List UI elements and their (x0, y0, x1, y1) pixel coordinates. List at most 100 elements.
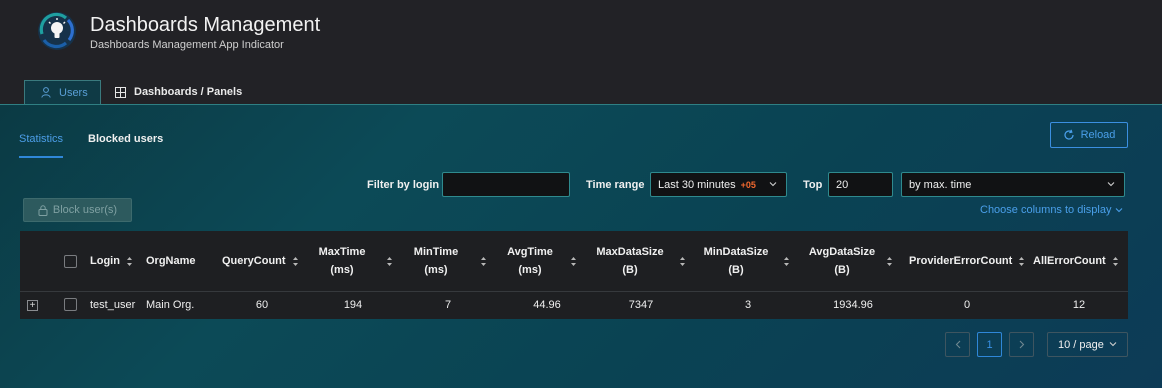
column-header-orgname: OrgName (146, 231, 196, 291)
header-unit: (ms) (518, 264, 542, 276)
column-header-querycount[interactable]: QueryCount (222, 231, 299, 291)
cell-login: test_user (90, 299, 136, 311)
header-line: AvgDataSize (808, 246, 876, 258)
order-by-select[interactable]: by max. time (901, 172, 1125, 197)
column-header-avgtime[interactable]: AvgTime (ms) (507, 231, 587, 291)
main-panel: Statistics Blocked users Reload Filter b… (0, 104, 1162, 388)
column-header-querycount-label: QueryCount (222, 255, 286, 267)
tab-users[interactable]: Users (24, 80, 101, 104)
sort-icon (126, 256, 133, 267)
page-number-button[interactable]: 1 (977, 332, 1002, 357)
sort-icon (480, 256, 487, 267)
page-size-value: 10 / page (1058, 338, 1104, 351)
column-header-allerrorcount[interactable]: AllErrorCount (1033, 231, 1119, 291)
cell-maxdatasize: 7347 (628, 299, 654, 311)
user-icon (41, 87, 51, 98)
header-line: MinTime (413, 246, 459, 258)
column-header-maxtime[interactable]: MaxTime (ms) (318, 231, 398, 291)
login-filter-input[interactable] (442, 172, 570, 197)
tab-blocked-users[interactable]: Blocked users (88, 133, 163, 158)
column-header-avgdatasize[interactable]: AvgDataSize (B) (808, 231, 908, 291)
column-header-orgname-label: OrgName (146, 255, 196, 267)
cell-orgname: Main Org. (146, 299, 195, 311)
top-tabs: Users Dashboards / Panels (24, 80, 256, 104)
top-count-input[interactable]: 20 (828, 172, 893, 197)
tab-dashboards-panels[interactable]: Dashboards / Panels (101, 80, 256, 104)
table-header: Login OrgName QueryCount MaxTime (ms) Min… (20, 231, 1128, 292)
next-page-button[interactable] (1009, 332, 1034, 357)
block-users-button[interactable]: Block user(s) (23, 198, 132, 222)
prev-page-button[interactable] (945, 332, 970, 357)
column-header-mindatasize[interactable]: MinDataSize (B) (703, 231, 798, 291)
sort-icon (886, 256, 893, 267)
time-range-label: Time range (586, 179, 645, 191)
sort-icon (783, 256, 790, 267)
order-by-value: by max. time (909, 178, 972, 191)
reload-button[interactable]: Reload (1050, 122, 1128, 148)
sort-icon (679, 256, 686, 267)
table-row[interactable]: + test_user Main Org. 60 194 7 44.96 734… (20, 292, 1128, 318)
choose-columns-link[interactable]: Choose columns to display (980, 204, 1123, 216)
time-zone-offset: +05 (740, 179, 756, 190)
tab-users-label: Users (59, 86, 88, 99)
header-unit: (B) (728, 264, 744, 276)
sort-icon (292, 256, 299, 267)
top-label: Top (803, 179, 823, 191)
reload-label: Reload (1080, 129, 1116, 141)
column-header-maxdatasize-label: MaxDataSize (B) (596, 243, 664, 279)
lock-icon (38, 204, 48, 216)
column-header-maxdatasize[interactable]: MaxDataSize (B) (596, 231, 691, 291)
choose-columns-label: Choose columns to display (980, 204, 1112, 216)
sort-icon (1018, 256, 1025, 267)
cell-allerrorcount: 12 (1072, 299, 1086, 311)
sort-icon (570, 256, 577, 267)
cell-querycount: 60 (255, 299, 269, 311)
header-line: MinDataSize (703, 246, 769, 258)
chevron-left-icon (955, 340, 960, 349)
header-line: AvgTime (507, 246, 553, 258)
time-range-value: Last 30 minutes (658, 178, 736, 191)
users-statistics-table: Login OrgName QueryCount MaxTime (ms) Min… (20, 231, 1128, 319)
app-logo-icon (38, 12, 76, 50)
tab-dashboards-panels-label: Dashboards / Panels (134, 86, 243, 98)
sort-icon (386, 256, 393, 267)
row-checkbox[interactable] (64, 298, 77, 311)
block-users-label: Block user(s) (52, 204, 118, 216)
cell-maxtime: 194 (343, 299, 363, 311)
reload-icon (1064, 129, 1074, 140)
filter-by-login-label: Filter by login (367, 179, 440, 191)
cell-avgtime: 44.96 (533, 299, 561, 311)
app-subtitle: Dashboards Management App Indicator (90, 39, 284, 51)
tab-statistics[interactable]: Statistics (19, 133, 64, 158)
chevron-down-icon (1115, 208, 1122, 213)
header-unit: (ms) (424, 264, 448, 276)
column-header-providererrorcount[interactable]: ProviderErrorCount (909, 231, 1025, 291)
header-line: MaxTime (318, 246, 366, 258)
column-header-mintime-label: MinTime (ms) (413, 243, 459, 279)
chevron-down-icon (1109, 342, 1117, 347)
cell-mintime: 7 (444, 299, 452, 311)
column-header-login-label: Login (90, 255, 120, 267)
select-all-checkbox[interactable] (64, 255, 77, 268)
expand-row-icon[interactable]: + (27, 300, 38, 311)
app-title: Dashboards Management (90, 14, 321, 36)
sub-tabs: Statistics Blocked users (19, 133, 188, 158)
column-header-providererrorcount-label: ProviderErrorCount (909, 255, 1013, 267)
page-size-select[interactable]: 10 / page (1047, 332, 1128, 357)
column-header-login[interactable]: Login (90, 231, 133, 291)
column-header-mintime[interactable]: MinTime (ms) (413, 231, 493, 291)
column-header-avgdatasize-label: AvgDataSize (B) (808, 243, 876, 279)
header-unit: (B) (834, 264, 850, 276)
app-header: Dashboards Management Dashboards Managem… (0, 0, 1162, 104)
column-header-avgtime-label: AvgTime (ms) (507, 243, 553, 279)
grid-icon (115, 86, 126, 98)
header-line: MaxDataSize (596, 246, 664, 258)
cell-mindatasize: 3 (744, 299, 752, 311)
chevron-right-icon (1019, 340, 1024, 349)
chevron-down-icon (1107, 182, 1115, 187)
column-header-maxtime-label: MaxTime (ms) (318, 243, 366, 279)
column-header-mindatasize-label: MinDataSize (B) (703, 243, 769, 279)
sort-icon (1112, 256, 1119, 267)
header-unit: (B) (622, 264, 638, 276)
time-range-select[interactable]: Last 30 minutes +05 (650, 172, 787, 197)
